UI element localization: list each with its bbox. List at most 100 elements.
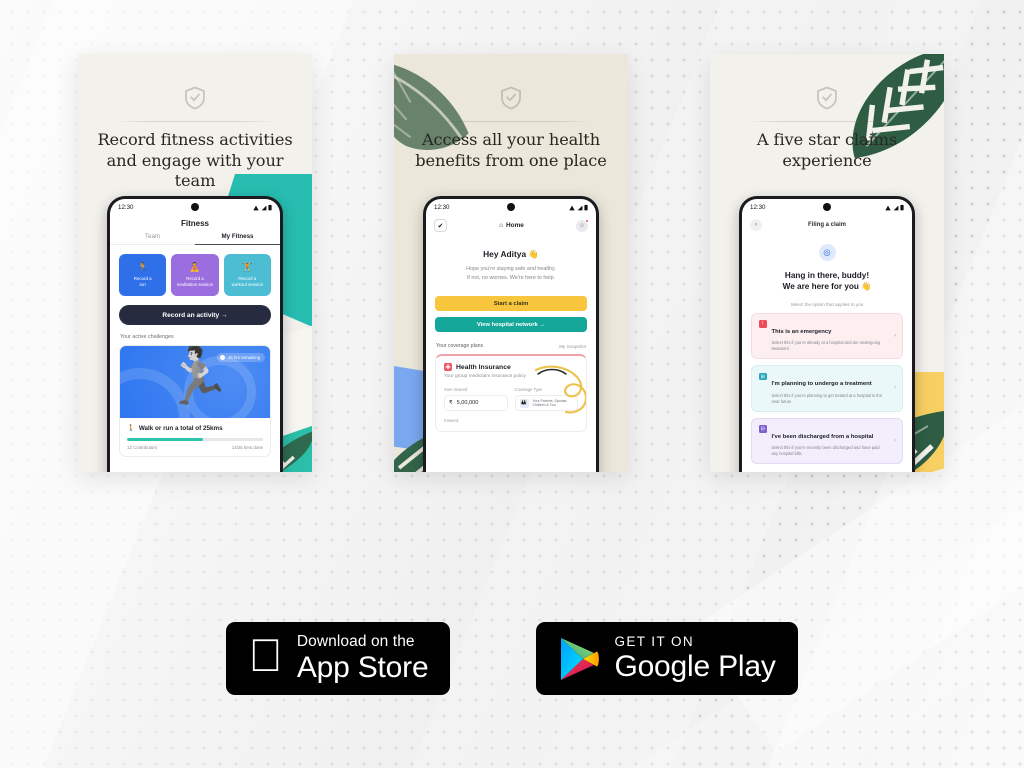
record-meditation-card[interactable]: 🧘 Record a meditation session bbox=[171, 254, 219, 296]
start-claim-button[interactable]: Start a claim bbox=[435, 296, 587, 312]
view-hospital-network-button[interactable]: View hospital network → bbox=[435, 317, 587, 333]
app-store-badge[interactable]:  Download on the App Store bbox=[226, 622, 451, 695]
signal-icon bbox=[893, 205, 898, 210]
claim-option-discharged[interactable]: ⊟ I've been discharged from a hospital S… bbox=[751, 417, 903, 464]
brand-logo bbox=[78, 86, 312, 110]
challenge-meta: 12 Contributors 14/25 kms done bbox=[127, 445, 263, 450]
screen-title: Fitness bbox=[180, 219, 209, 228]
tab-my-fitness[interactable]: My Fitness bbox=[195, 233, 280, 245]
claim-option-desc: Select this if you're already at a hospi… bbox=[771, 340, 881, 352]
shield-check-icon bbox=[501, 86, 521, 110]
phone-mockup-claim: 12:30 ‹ Filing a claim ◎ Hang in there, … bbox=[739, 196, 915, 472]
status-icons bbox=[885, 204, 904, 211]
phone-mockup-home: 12:30 ✔ ⌂ Home ☺ Hey Aditya 👋 Hope you'r… bbox=[423, 196, 599, 472]
account-icon[interactable]: ☺ bbox=[575, 218, 589, 232]
google-play-badge[interactable]: GET IT ON Google Play bbox=[536, 622, 798, 695]
camera-notch-icon bbox=[507, 203, 515, 211]
discharge-icon: ⊟ bbox=[759, 425, 767, 433]
coverage-section-header: Your coverage plans My Snapshot bbox=[426, 332, 596, 354]
status-time: 12:30 bbox=[118, 204, 134, 211]
wifi-icon bbox=[885, 205, 891, 210]
challenge-body: 🚶 Walk or run a total of 25kms 12 Contri… bbox=[120, 418, 270, 456]
challenge-time-badge[interactable]: 16 hrs remaining bbox=[217, 353, 265, 362]
claim-option-body: This is an emergency Select this if you'… bbox=[772, 320, 896, 352]
card-headline: Access all your health benefits from one… bbox=[410, 130, 612, 171]
claim-option-planned-treatment[interactable]: ⊞ I'm planning to undergo a treatment Se… bbox=[751, 365, 903, 412]
battery-icon bbox=[584, 204, 588, 211]
status-icons bbox=[569, 204, 588, 211]
record-run-card[interactable]: 🏃 Record a run bbox=[119, 254, 167, 296]
record-workout-label: Record a workout session bbox=[231, 275, 264, 287]
google-play-icon bbox=[561, 637, 600, 680]
battery-icon bbox=[268, 204, 272, 211]
coverage-type-field: Coverage Type 👪 Your Parents, Spouse, Ch… bbox=[514, 387, 578, 412]
challenge-progress-text: 14/25 kms done bbox=[231, 444, 263, 450]
nav-title[interactable]: ⌂ Home bbox=[499, 222, 524, 229]
app-store-small-text: Download on the bbox=[279, 633, 415, 651]
nav-title-label: Home bbox=[506, 222, 524, 229]
google-play-badge-text: GET IT ON Google Play bbox=[614, 635, 775, 682]
challenge-card[interactable]: 🏃 16 hrs remaining 🚶 Walk or run a total… bbox=[119, 345, 271, 457]
plan-detail-grid: Sum Insured ₹ 5,00,000 Coverage Type 👪 Y… bbox=[444, 379, 578, 412]
greeting-subtitle: Hope you're staying safe and healthy. If… bbox=[426, 260, 596, 282]
app-store-big-text: App Store bbox=[279, 650, 429, 684]
headline-line-2: benefits from one place bbox=[415, 150, 607, 170]
claim-headline: Hang in there, buddy! We are here for yo… bbox=[742, 261, 912, 293]
claim-option-desc: Select this if you're planning to get tr… bbox=[771, 392, 882, 404]
claim-headline-line-2: We are here for you 👋 bbox=[782, 282, 872, 292]
claim-headline-line-1: Hang in there, buddy! bbox=[784, 271, 870, 280]
claim-option-emergency[interactable]: ! This is an emergency Select this if yo… bbox=[751, 312, 903, 360]
shield-check-icon bbox=[817, 86, 837, 110]
coverage-type-value: Your Parents, Spouse, Children & You bbox=[532, 398, 568, 408]
greeting-sub-line-2: If not, no worries. We're here to help. bbox=[466, 274, 556, 281]
family-icon: 👪 bbox=[519, 398, 529, 408]
phone-screen: 12:30 ‹ Filing a claim ◎ Hang in there, … bbox=[742, 199, 912, 472]
battery-icon bbox=[900, 204, 904, 211]
sum-insured-value-box: ₹ 5,00,000 bbox=[444, 395, 508, 412]
shield-check-icon[interactable]: ✔ bbox=[434, 219, 447, 232]
record-activity-button[interactable]: Record an activity → bbox=[119, 305, 271, 325]
brand-logo bbox=[394, 86, 628, 110]
health-insurance-plan-card[interactable]: ✚ Health Insurance Your group mediclaim … bbox=[435, 354, 587, 433]
meditation-icon: 🧘 bbox=[189, 261, 201, 272]
card-headline: A five star claims experience bbox=[726, 130, 928, 171]
claim-option-body: I've been discharged from a hospital Sel… bbox=[772, 425, 896, 457]
plan-subtitle: Your group mediclaim insurance policy bbox=[444, 374, 526, 380]
active-challenges-label: Your active challenges bbox=[120, 334, 174, 340]
sum-insured-field: Sum Insured ₹ 5,00,000 bbox=[444, 387, 508, 412]
record-run-label: Record a run bbox=[133, 275, 152, 287]
challenge-progress-bar bbox=[127, 438, 263, 441]
claim-nav-bar: ‹ Filing a claim bbox=[742, 216, 912, 240]
record-meditation-label: Record a meditation session bbox=[176, 275, 214, 287]
claim-option-title: I've been discharged from a hospital bbox=[771, 433, 874, 440]
brand-logo bbox=[710, 86, 944, 110]
phone-screen: 12:30 ✔ ⌂ Home ☺ Hey Aditya 👋 Hope you'r… bbox=[426, 199, 596, 472]
phone-screen: 12:30 Fitness Team My Fitness 🏃 Record a… bbox=[110, 199, 280, 472]
header-divider bbox=[430, 121, 592, 122]
rupee-icon: ₹ bbox=[449, 400, 453, 407]
status-bar: 12:30 bbox=[110, 199, 280, 216]
phone-mockup-fitness: 12:30 Fitness Team My Fitness 🏃 Record a… bbox=[107, 196, 283, 472]
claim-option-title: This is an emergency bbox=[771, 328, 832, 335]
record-workout-card[interactable]: 🏋 Record a workout session bbox=[223, 254, 271, 296]
app-store-badge-text: Download on the App Store bbox=[297, 634, 429, 683]
challenge-title: Walk or run a total of 25kms bbox=[138, 424, 223, 432]
shield-check-icon bbox=[185, 86, 205, 110]
status-time: 12:30 bbox=[434, 204, 450, 211]
coverage-type-value-box: 👪 Your Parents, Spouse, Children & You bbox=[514, 395, 578, 412]
tab-team[interactable]: Team bbox=[110, 233, 195, 245]
wifi-icon bbox=[253, 205, 259, 210]
chevron-right-icon: › bbox=[894, 437, 896, 444]
signal-icon bbox=[261, 205, 266, 210]
headline-line-2: and engage with your team bbox=[106, 150, 284, 191]
status-bar: 12:30 bbox=[426, 199, 596, 216]
status-time: 12:30 bbox=[750, 204, 766, 211]
select-option-label: Select the option that applies to you bbox=[790, 301, 864, 307]
greeting-text: Hey Aditya 👋 bbox=[483, 249, 539, 259]
clock-icon bbox=[220, 355, 226, 360]
challenge-title-row: 🚶 Walk or run a total of 25kms bbox=[127, 424, 263, 433]
claim-option-desc: Select this if you're recently been disc… bbox=[771, 445, 880, 457]
wifi-icon bbox=[569, 205, 575, 210]
my-snapshot-link[interactable]: My Snapshot bbox=[559, 344, 586, 349]
claim-option-title: I'm planning to undergo a treatment bbox=[771, 381, 872, 388]
